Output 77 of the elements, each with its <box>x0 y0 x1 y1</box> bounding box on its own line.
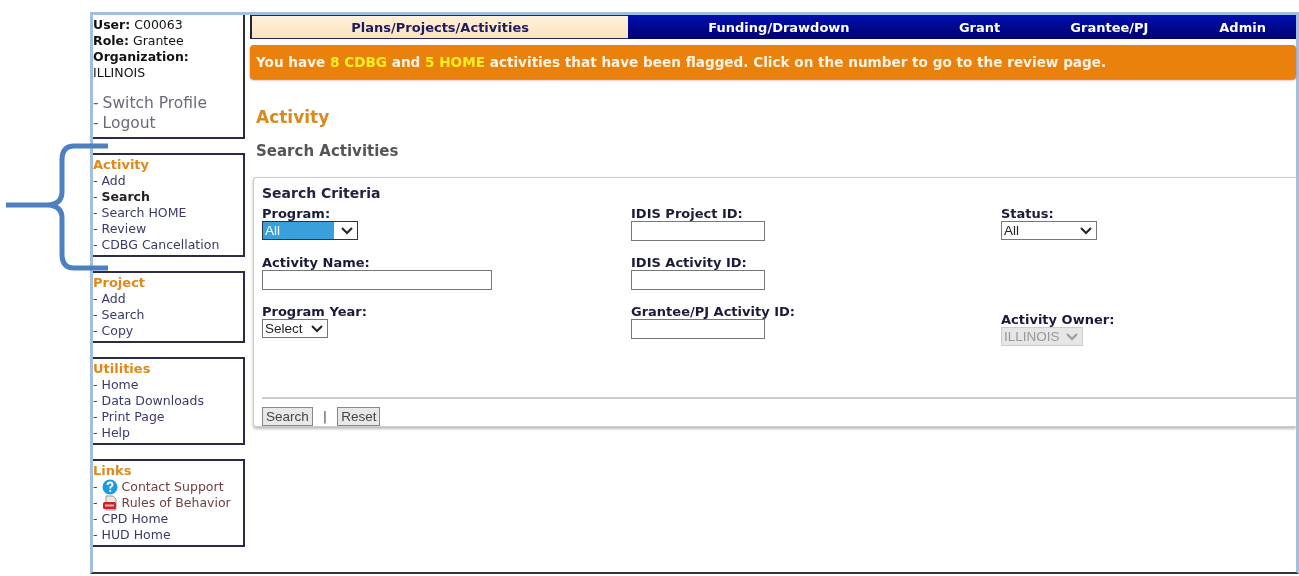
bullet-dash: - <box>93 291 98 307</box>
menu-link[interactable]: Contact Support <box>121 479 224 495</box>
menu-section-title: Utilities <box>93 361 152 377</box>
page-heading: Activity <box>256 107 331 127</box>
pdf-file-icon <box>101 495 118 511</box>
form-button[interactable]: Search <box>262 407 313 426</box>
text-field[interactable] <box>631 319 765 339</box>
bullet-dash: - <box>93 527 98 543</box>
bullet-dash: - <box>93 221 98 237</box>
bullet-dash: - <box>93 113 99 133</box>
menu-link[interactable]: Print Page <box>101 409 165 425</box>
separator: | <box>322 409 328 424</box>
text-field[interactable] <box>262 270 492 290</box>
field-label: Activity Name: <box>262 255 370 270</box>
menu-section-title: Activity <box>93 157 151 173</box>
menu-link[interactable]: Search <box>101 189 150 205</box>
menu-link[interactable]: Home <box>101 377 139 393</box>
menu-link[interactable]: Review <box>101 221 147 237</box>
field-label: Activity Owner: <box>1001 312 1115 327</box>
menu-section-title: Links <box>93 463 133 479</box>
user-id: User: C00063 <box>93 17 184 33</box>
bullet-dash: - <box>93 173 98 189</box>
nav-tab[interactable]: Admin <box>1189 15 1296 39</box>
menu-link[interactable]: Help <box>101 425 130 441</box>
menu-link[interactable]: Data Downloads <box>101 393 204 409</box>
nav-tab[interactable]: Grant <box>929 15 1030 39</box>
panel-title: Search Criteria <box>262 184 382 202</box>
nav-tab[interactable]: Funding/Drawdown <box>628 15 930 39</box>
field-label: Program Year: <box>262 304 367 319</box>
menu-link[interactable]: Copy <box>101 323 134 339</box>
menu-link[interactable]: Add <box>101 291 126 307</box>
section-heading: Search Activities <box>256 141 400 161</box>
chevron-down-icon <box>311 324 323 333</box>
bullet-dash: - <box>93 237 98 253</box>
field-label: Grantee/PJ Activity ID: <box>631 304 795 319</box>
menu-link[interactable]: Rules of Behavior <box>121 495 231 511</box>
bullet-dash: - <box>93 495 98 511</box>
user-role: Role: Grantee <box>93 33 185 49</box>
text-field[interactable] <box>631 221 765 241</box>
bullet-dash: - <box>93 189 98 205</box>
profile-link[interactable]: Switch Profile <box>102 93 207 113</box>
menu-link[interactable]: HUD Home <box>101 527 171 543</box>
bullet-dash: - <box>93 307 98 323</box>
dropdown[interactable]: All <box>1001 221 1097 240</box>
dropdown[interactable]: Select <box>262 319 328 338</box>
bullet-dash: - <box>93 205 98 221</box>
bullet-dash: - <box>93 511 98 527</box>
organization-name: ILLINOIS <box>93 65 147 81</box>
form-button[interactable]: Reset <box>337 407 381 426</box>
bullet-dash: - <box>93 377 98 393</box>
help-icon <box>101 479 118 495</box>
chevron-down-icon <box>341 226 353 235</box>
menu-link[interactable]: Add <box>101 173 126 189</box>
text-field[interactable] <box>631 270 765 290</box>
flagged-activities-alert: You have 8 CDBG and 5 HOME activities that have been flagged. Click on the number to go to the review page. <box>250 45 1296 79</box>
menu-section-title: Project <box>93 275 147 291</box>
menu-link[interactable]: CDBG Cancellation <box>101 237 220 253</box>
field-label: IDIS Activity ID: <box>631 255 747 270</box>
dropdown: ILLINOIS <box>1001 327 1083 346</box>
field-label: Status: <box>1001 206 1054 221</box>
bullet-dash: - <box>93 425 98 441</box>
bullet-dash: - <box>93 93 99 113</box>
chevron-down-icon <box>1080 226 1092 235</box>
organization-label: Organization: <box>93 49 190 65</box>
nav-tab[interactable]: Plans/Projects/Activities <box>251 15 629 39</box>
field-label: Program: <box>262 206 331 221</box>
menu-link[interactable]: CPD Home <box>101 511 169 527</box>
bullet-dash: - <box>93 393 98 409</box>
profile-link[interactable]: Logout <box>102 113 156 133</box>
bullet-dash: - <box>93 323 98 339</box>
nav-tab[interactable]: Grantee/PJ <box>1029 15 1190 39</box>
chevron-down-icon <box>1065 332 1078 341</box>
menu-link[interactable]: Search <box>101 307 145 323</box>
field-label: IDIS Project ID: <box>631 206 743 221</box>
menu-link[interactable]: Search HOME <box>101 205 187 221</box>
bullet-dash: - <box>93 409 98 425</box>
bullet-dash: - <box>93 479 98 495</box>
